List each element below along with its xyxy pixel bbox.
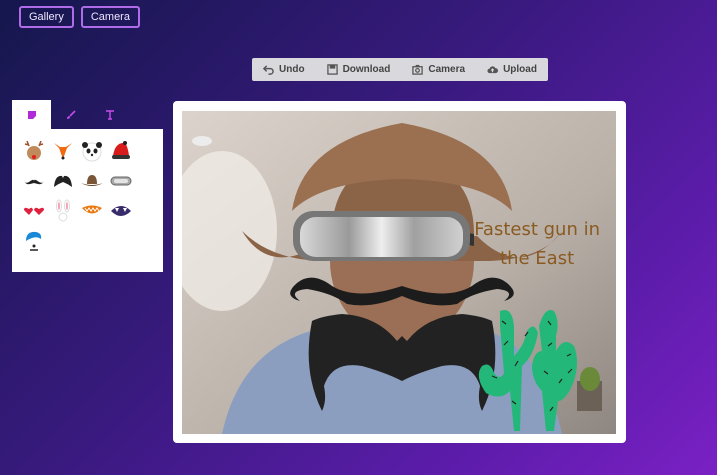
undo-label: Undo (279, 64, 305, 75)
save-icon (326, 64, 338, 75)
caption-line-2: the East (500, 248, 575, 269)
blue-hair-sticker[interactable] (22, 229, 46, 253)
cowboy-hat-sticker[interactable] (80, 169, 104, 193)
camera-icon (412, 64, 424, 75)
text-icon (105, 109, 114, 120)
caption-line-1: Fastest gun in (474, 219, 600, 240)
photo-caption: Fastest gun in the East (474, 215, 600, 273)
upload-button[interactable]: Upload (487, 64, 537, 75)
photo-canvas: Fastest gun in the East (173, 101, 626, 443)
bunny-sticker[interactable] (51, 199, 75, 223)
undo-icon (263, 65, 274, 75)
upload-label: Upload (503, 64, 537, 75)
curly-mustache-sticker[interactable] (22, 169, 46, 193)
fox-sticker[interactable] (51, 139, 75, 163)
undo-button[interactable]: Undo (263, 64, 305, 75)
teeth-mouth-sticker[interactable] (80, 199, 104, 223)
download-label: Download (342, 64, 391, 75)
sticker-grid (12, 129, 163, 272)
reindeer-sticker[interactable] (22, 139, 46, 163)
panel-tabs (12, 100, 163, 129)
goggles-sticker[interactable] (109, 169, 133, 193)
camera-nav-button[interactable]: Camera (80, 6, 140, 28)
tab-draw[interactable] (51, 100, 90, 129)
monster-mouth-sticker[interactable] (109, 199, 133, 223)
gallery-button[interactable]: Gallery (19, 6, 74, 28)
edited-photo[interactable]: Fastest gun in the East (182, 111, 616, 434)
santa-hat-sticker[interactable] (109, 139, 133, 163)
sticker-icon (27, 110, 36, 119)
camera-button[interactable]: Camera (412, 64, 465, 75)
heart-glasses-sticker[interactable] (22, 199, 46, 223)
camera-label: Camera (428, 64, 466, 75)
top-nav: Gallery Camera (19, 6, 140, 28)
tab-text[interactable] (90, 100, 129, 129)
download-button[interactable]: Download (326, 64, 391, 75)
editor-toolbar: Undo Download Camera Upload (252, 58, 548, 81)
tab-stickers[interactable] (12, 100, 51, 129)
sticker-panel (12, 100, 163, 272)
cloud-upload-icon (487, 66, 499, 74)
brush-icon (66, 109, 76, 119)
big-mustache-sticker[interactable] (51, 169, 75, 193)
panda-sticker[interactable] (80, 139, 104, 163)
